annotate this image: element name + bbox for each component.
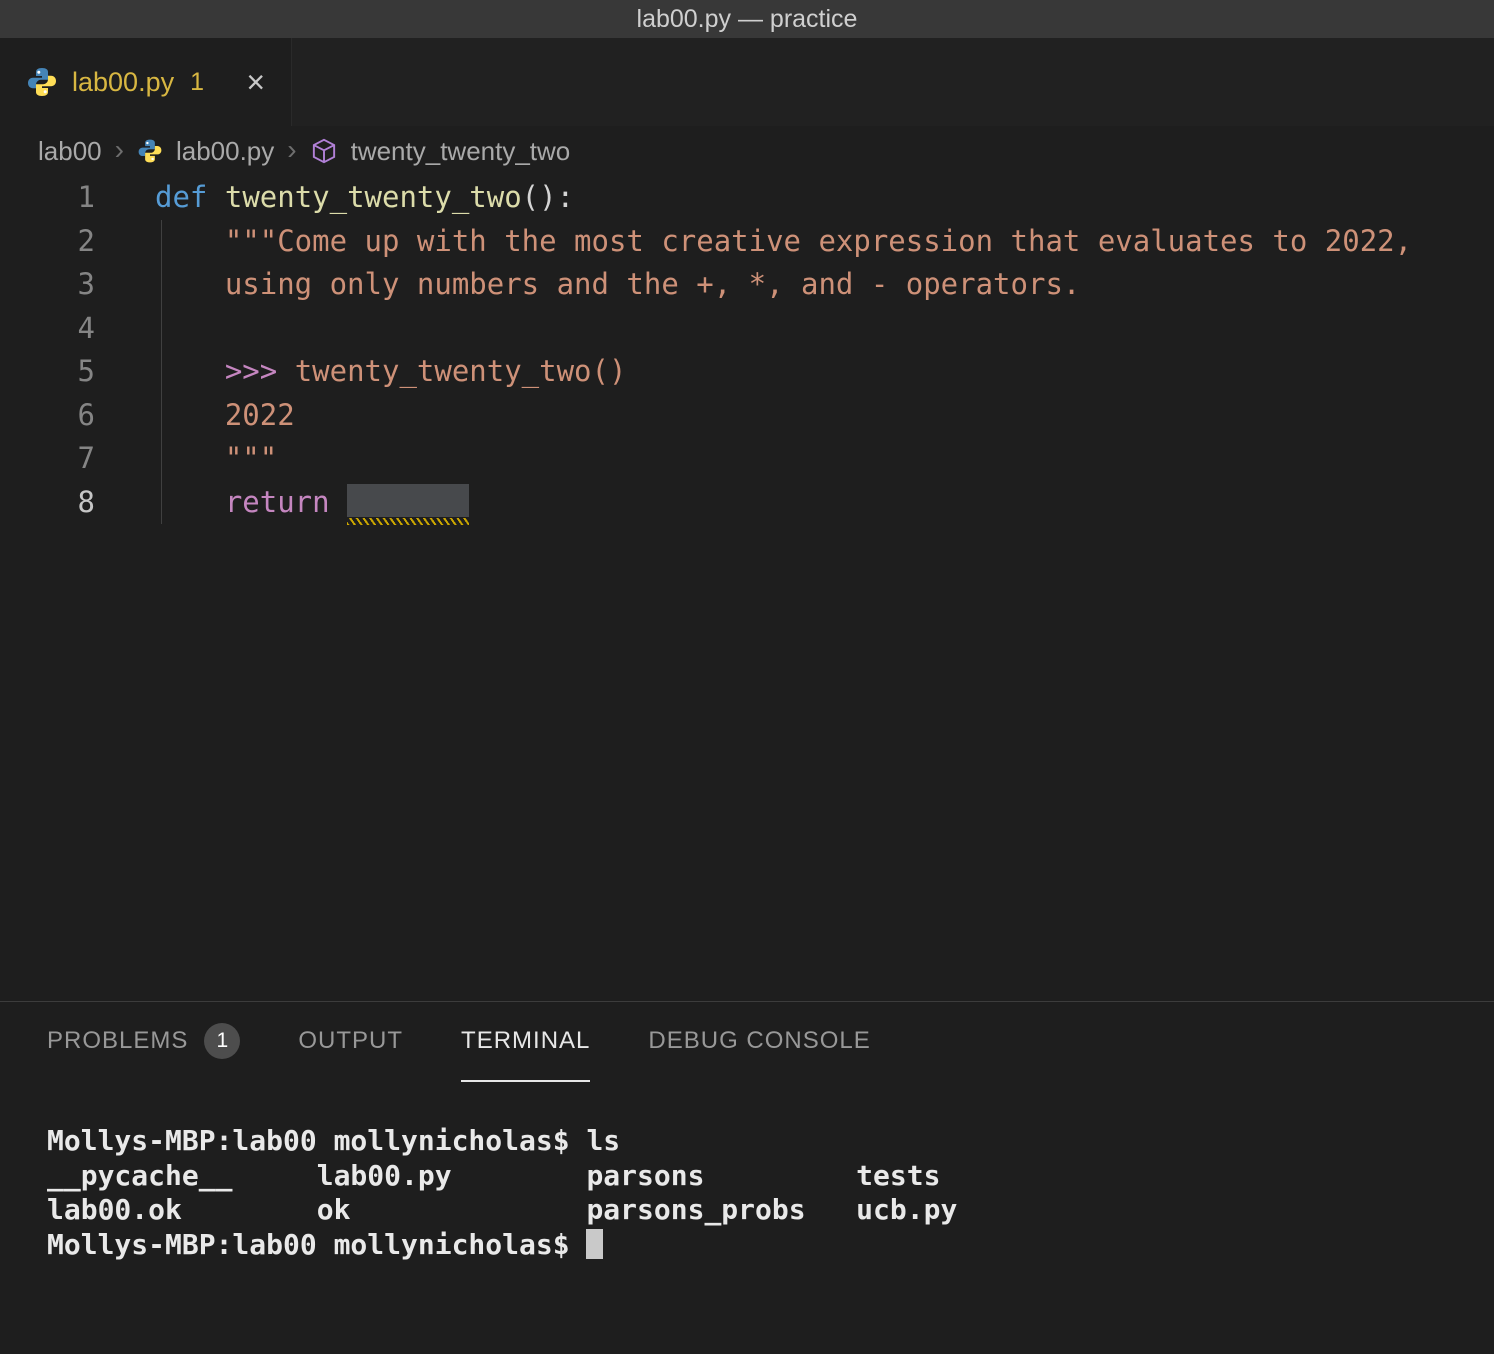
code-text: return <box>95 481 469 525</box>
code-token <box>155 267 225 301</box>
code-token: twenty_twenty_two() <box>295 354 627 388</box>
code-line[interactable]: 6 2022 <box>0 394 1494 438</box>
code-editor[interactable]: 1def twenty_twenty_two():2 """Come up wi… <box>0 176 1494 1001</box>
breadcrumb-separator: › <box>287 134 296 166</box>
code-token <box>330 485 347 519</box>
code-text: using only numbers and the +, *, and - o… <box>95 263 1080 307</box>
line-number[interactable]: 6 <box>0 394 95 438</box>
panel-tab-debug-console[interactable]: DEBUG CONSOLE <box>648 1002 870 1082</box>
panel-tab-label: OUTPUT <box>298 1027 403 1055</box>
code-token: >>> <box>225 354 295 388</box>
code-text: 2022 <box>95 394 295 438</box>
tab-problem-count: 1 <box>190 68 204 97</box>
terminal-cursor <box>586 1229 603 1259</box>
breadcrumb-folder[interactable]: lab00 <box>38 136 102 167</box>
code-line[interactable]: 1def twenty_twenty_two(): <box>0 176 1494 220</box>
code-text: >>> twenty_twenty_two() <box>95 350 626 394</box>
code-token <box>155 354 225 388</box>
panel-tabs: PROBLEMS 1 OUTPUT TERMINAL DEBUG CONSOLE <box>0 1002 1494 1082</box>
panel-tab-label: PROBLEMS <box>47 1027 188 1055</box>
code-line[interactable]: 7 """ <box>0 437 1494 481</box>
terminal-line: lab00.ok ok parsons_probs ucb.py <box>47 1193 1494 1228</box>
line-number[interactable]: 1 <box>0 176 95 220</box>
code-line[interactable]: 4 <box>0 307 1494 351</box>
code-text <box>95 307 155 351</box>
code-token: def <box>155 180 207 214</box>
breadcrumb-separator: › <box>115 134 124 166</box>
code-token: """Come up with the most creative expres… <box>225 224 1412 258</box>
code-line[interactable]: 2 """Come up with the most creative expr… <box>0 220 1494 264</box>
window-title: lab00.py — practice <box>637 5 858 34</box>
editor-tab-bar: lab00.py 1 × <box>0 38 1494 126</box>
breadcrumb: lab00 › lab00.py › twenty_twenty_two <box>0 126 1494 176</box>
problems-count-badge: 1 <box>204 1023 240 1059</box>
breadcrumb-symbol[interactable]: twenty_twenty_two <box>351 136 571 167</box>
line-number[interactable]: 7 <box>0 437 95 481</box>
code-line[interactable]: 5 >>> twenty_twenty_two() <box>0 350 1494 394</box>
line-number[interactable]: 3 <box>0 263 95 307</box>
tab-filename: lab00.py <box>72 67 174 98</box>
python-icon <box>137 138 163 164</box>
code-token <box>207 180 224 214</box>
line-number[interactable]: 2 <box>0 220 95 264</box>
panel-tab-label: DEBUG CONSOLE <box>648 1027 870 1055</box>
indent-guide <box>161 220 162 525</box>
code-token <box>155 398 225 432</box>
code-token: """ <box>225 441 277 475</box>
line-number[interactable]: 5 <box>0 350 95 394</box>
panel-tab-output[interactable]: OUTPUT <box>298 1002 403 1082</box>
code-token: return <box>225 485 330 519</box>
terminal-output[interactable]: Mollys-MBP:lab00 mollynicholas$ ls__pyca… <box>0 1082 1494 1262</box>
code-token: 2022 <box>225 398 295 432</box>
tab-close-icon[interactable]: × <box>246 66 265 98</box>
terminal-line: __pycache__ lab00.py parsons tests <box>47 1159 1494 1194</box>
panel-tab-label: TERMINAL <box>461 1027 590 1055</box>
bottom-panel: PROBLEMS 1 OUTPUT TERMINAL DEBUG CONSOLE Mol… <box>0 1001 1494 1354</box>
code-text: """ <box>95 437 277 481</box>
editor-lines: 1def twenty_twenty_two():2 """Come up wi… <box>0 176 1494 524</box>
code-line[interactable]: 3 using only numbers and the +, *, and -… <box>0 263 1494 307</box>
symbol-cube-icon <box>310 137 338 165</box>
terminal-line: Mollys-MBP:lab00 mollynicholas$ <box>47 1228 1494 1263</box>
line-number[interactable]: 4 <box>0 307 95 351</box>
tab-lab00-py[interactable]: lab00.py 1 × <box>0 38 292 126</box>
line-number[interactable]: 8 <box>0 481 95 525</box>
code-token: using only numbers and the +, *, and - o… <box>225 267 1081 301</box>
python-icon <box>26 66 58 98</box>
code-token: twenty_twenty_two <box>225 180 522 214</box>
code-text: """Come up with the most creative expres… <box>95 220 1412 264</box>
terminal-line: Mollys-MBP:lab00 mollynicholas$ ls <box>47 1124 1494 1159</box>
panel-tab-terminal[interactable]: TERMINAL <box>461 1002 590 1082</box>
code-token <box>155 441 225 475</box>
code-token <box>155 224 225 258</box>
code-text: def twenty_twenty_two(): <box>95 176 574 220</box>
window-titlebar: lab00.py — practice <box>0 0 1494 38</box>
breadcrumb-file[interactable]: lab00.py <box>176 136 274 167</box>
blank-selection[interactable] <box>347 484 469 517</box>
code-line[interactable]: 8 return <box>0 481 1494 525</box>
code-token: (): <box>522 180 574 214</box>
panel-tab-problems[interactable]: PROBLEMS 1 <box>47 1002 240 1082</box>
code-token <box>155 485 225 519</box>
